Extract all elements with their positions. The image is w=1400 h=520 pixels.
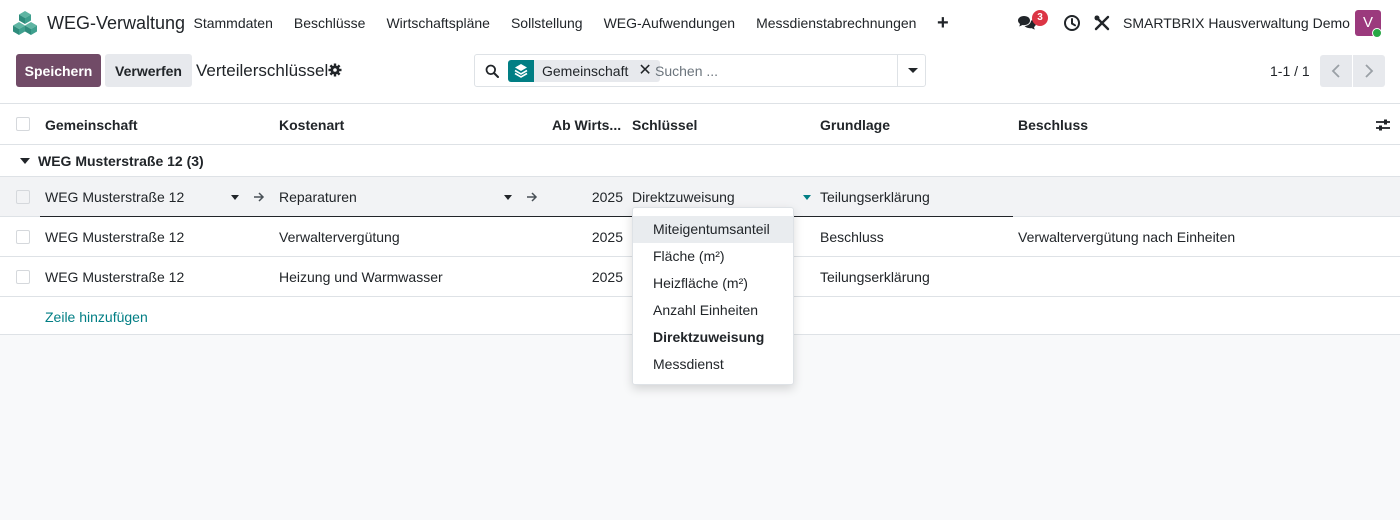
cell-gemeinschaft: WEG Musterstraße 12	[45, 269, 185, 285]
menu-item-messdienstabrechnungen[interactable]: Messdienstabrechnungen	[746, 15, 927, 31]
column-header-kostenart[interactable]: Kostenart	[279, 117, 344, 133]
caret-down-icon[interactable]	[231, 195, 239, 200]
cell-ab-wirtschaftsjahr: 2025	[591, 229, 623, 245]
dropdown-option[interactable]: Direktzuweisung	[633, 324, 793, 351]
cell-beschluss: Verwaltervergütung nach Einheiten	[1018, 229, 1236, 245]
cell-kostenart: Heizung und Warmwasser	[279, 269, 443, 285]
row-checkbox[interactable]	[16, 230, 30, 244]
dropdown-option[interactable]: Fläche (m²)	[633, 243, 793, 270]
group-label: WEG Musterstraße 12 (3)	[38, 153, 204, 169]
page-title: Verteilerschlüssel	[196, 61, 329, 80]
online-status-dot	[1372, 28, 1382, 38]
menu-item-wirtschaftsplaene[interactable]: Wirtschaftspläne	[376, 15, 500, 31]
column-header-ab-wirtschaftsjahr[interactable]: Ab Wirts...	[552, 117, 621, 133]
pager-value[interactable]: 1-1 / 1	[1270, 63, 1310, 79]
select-all-checkbox[interactable]	[16, 117, 30, 131]
search-facet-label: Gemeinschaft	[542, 63, 629, 79]
dropdown-option[interactable]: Messdienst	[633, 351, 793, 378]
row-checkbox[interactable]	[16, 270, 30, 284]
add-line-link[interactable]: Zeile hinzufügen	[45, 309, 148, 325]
column-header-grundlage[interactable]: Grundlage	[820, 117, 890, 133]
gear-icon[interactable]	[328, 63, 342, 77]
cell-schluessel[interactable]: Direktzuweisung	[632, 189, 735, 205]
plus-icon[interactable]: +	[927, 12, 959, 35]
menu-item-weg-aufwendungen[interactable]: WEG-Aufwendungen	[593, 15, 746, 31]
group-row[interactable]: WEG Musterstraße 12 (3)	[0, 145, 1400, 177]
save-button[interactable]: Speichern	[16, 54, 101, 87]
caret-down-icon[interactable]	[803, 195, 811, 200]
dropdown-option[interactable]: Anzahl Einheiten	[633, 297, 793, 324]
cell-ab-wirtschaftsjahr[interactable]: 2025	[563, 189, 623, 205]
pager-previous-button[interactable]	[1320, 55, 1352, 87]
cell-grundlage[interactable]: Teilungserklärung	[820, 189, 930, 205]
caret-down-icon[interactable]	[504, 195, 512, 200]
main-menu: Stammdaten Beschlüsse Wirtschaftspläne S…	[183, 0, 959, 46]
clock-icon[interactable]	[1063, 14, 1081, 32]
row-checkbox[interactable]	[16, 190, 30, 204]
chat-badge: 3	[1032, 10, 1048, 26]
menu-item-beschluesse[interactable]: Beschlüsse	[283, 15, 376, 31]
caret-down-icon	[20, 158, 30, 164]
chevron-left-icon	[1331, 64, 1340, 78]
dropdown-option[interactable]: Heizfläche (m²)	[633, 270, 793, 297]
column-header-schluessel[interactable]: Schlüssel	[632, 117, 697, 133]
pager-next-button[interactable]	[1353, 55, 1385, 87]
search-options-toggle[interactable]	[897, 55, 926, 86]
discard-button[interactable]: Verwerfen	[105, 54, 192, 87]
menu-item-stammdaten[interactable]: Stammdaten	[183, 15, 283, 31]
control-panel: Speichern Verwerfen Verteilerschlüssel G…	[0, 46, 1400, 104]
column-header-gemeinschaft[interactable]: Gemeinschaft	[45, 117, 138, 133]
cell-kostenart[interactable]: Reparaturen	[279, 189, 357, 205]
company-switcher[interactable]: SMARTBRIX Hausverwaltung Demo	[1123, 15, 1350, 31]
arrow-right-icon[interactable]	[253, 191, 265, 203]
search-bar: Gemeinschaft ✕	[474, 54, 926, 87]
search-facet: Gemeinschaft ✕	[534, 60, 660, 82]
app-logo-icon[interactable]	[12, 10, 38, 36]
cell-gemeinschaft[interactable]: WEG Musterstraße 12	[45, 189, 184, 205]
column-header-beschluss[interactable]: Beschluss	[1018, 117, 1088, 133]
close-icon[interactable]: ✕	[638, 60, 651, 82]
layers-icon	[508, 60, 534, 82]
schluessel-dropdown: Miteigentumsanteil Fläche (m²) Heizfläch…	[632, 207, 794, 385]
cell-ab-wirtschaftsjahr: 2025	[591, 269, 623, 285]
dropdown-option[interactable]: Miteigentumsanteil	[633, 216, 793, 243]
search-icon[interactable]	[485, 64, 499, 78]
arrow-right-icon[interactable]	[526, 191, 538, 203]
sliders-icon[interactable]	[1375, 117, 1391, 133]
tools-icon[interactable]	[1093, 14, 1111, 32]
app-name[interactable]: WEG-Verwaltung	[47, 13, 185, 34]
cell-gemeinschaft: WEG Musterstraße 12	[45, 229, 185, 245]
cell-grundlage: Teilungserklärung	[820, 269, 930, 285]
cell-grundlage: Beschluss	[820, 229, 884, 245]
top-navbar: WEG-Verwaltung Stammdaten Beschlüsse Wir…	[0, 0, 1400, 46]
table-header: Gemeinschaft Kostenart Ab Wirts... Schlü…	[0, 104, 1400, 145]
menu-item-sollstellung[interactable]: Sollstellung	[500, 15, 593, 31]
search-input[interactable]	[655, 61, 895, 81]
cell-kostenart: Verwaltervergütung	[279, 229, 400, 245]
chevron-right-icon	[1365, 64, 1374, 78]
